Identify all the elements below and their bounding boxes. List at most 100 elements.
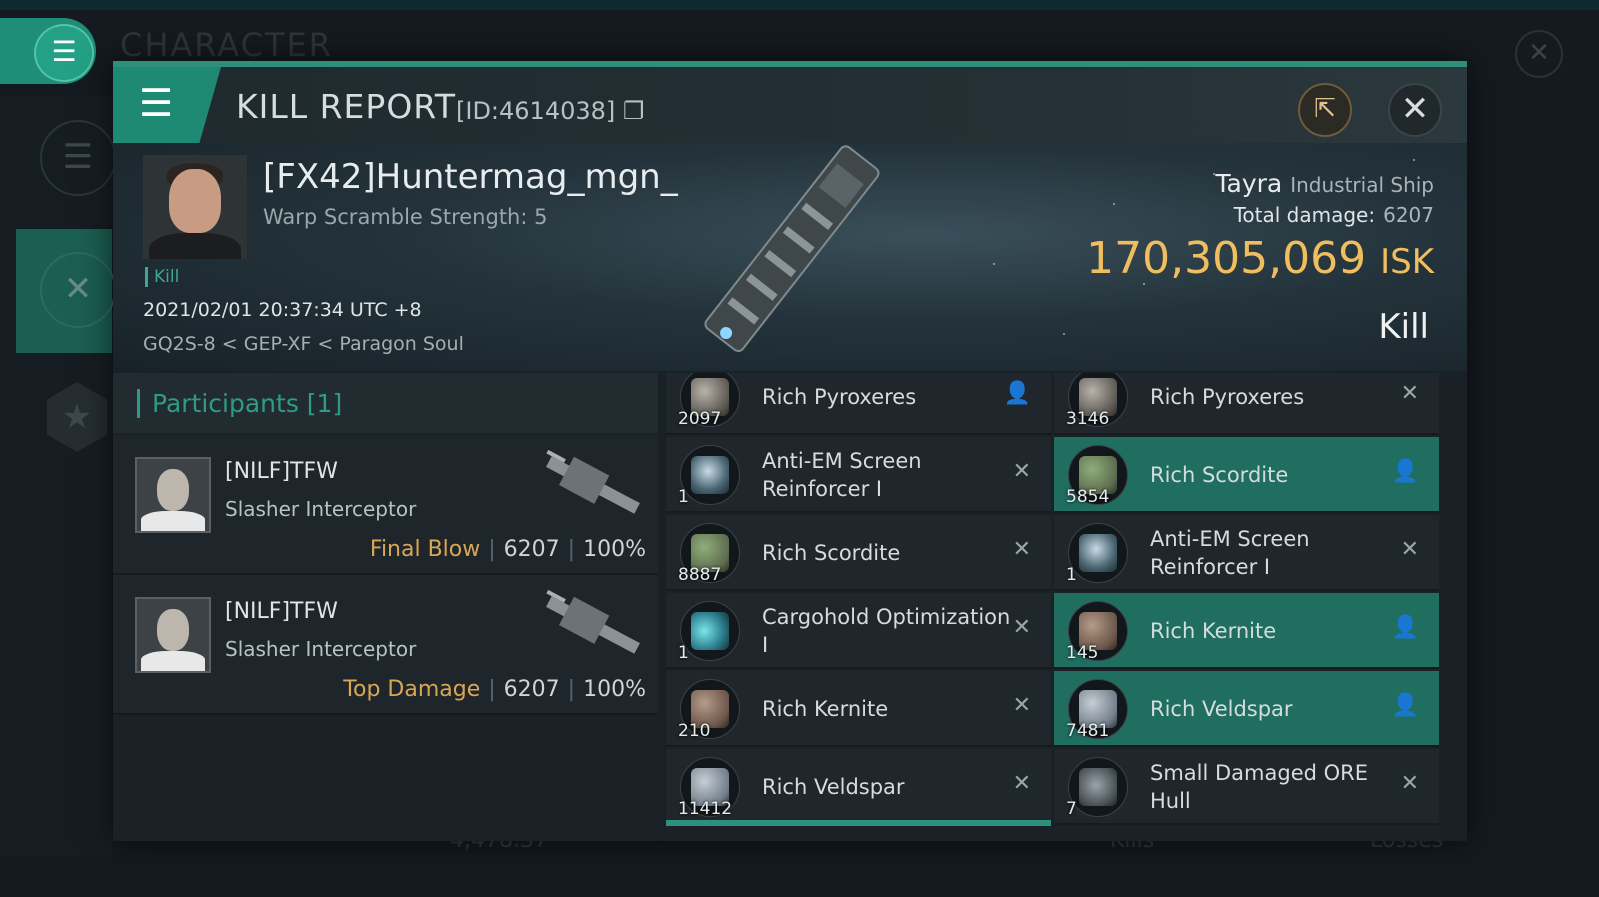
item-quantity: 3146 xyxy=(1066,409,1110,429)
participants-title: Participants [1] xyxy=(137,389,342,418)
item-card[interactable]: 7481 Rich Veldspar 👤 xyxy=(1054,671,1439,747)
participant-row[interactable]: [NILF]TFW Slasher Interceptor Top Damage… xyxy=(113,575,658,715)
destroyed-x-icon: ✕ xyxy=(1012,693,1031,718)
kill-report-title: KILL REPORT xyxy=(236,87,456,126)
warp-scramble-strength: Warp Scramble Strength: 5 xyxy=(263,205,548,229)
kill-location[interactable]: GQ2S-8 < GEP-XF < Paragon Soul xyxy=(143,333,464,355)
item-name: Rich Veldspar xyxy=(762,775,905,799)
copy-icon[interactable]: ❐ xyxy=(623,97,645,125)
participant-damage: 6207 xyxy=(503,537,560,562)
participant-portrait[interactable] xyxy=(135,597,211,673)
destroyed-x-icon: ✕ xyxy=(1400,537,1419,562)
total-damage-value: 6207 xyxy=(1383,203,1434,227)
item-quantity: 7 xyxy=(1066,799,1077,819)
shield-rig-icon xyxy=(680,445,740,505)
background-combat-icon[interactable]: ✕ xyxy=(40,252,116,328)
background-top-bar xyxy=(0,0,1599,10)
item-quantity: 2097 xyxy=(678,409,722,429)
item-name: Anti-EM Screen Reinforcer I xyxy=(1150,527,1310,579)
item-card[interactable]: 1 Anti-EM Screen Reinforcer I ✕ xyxy=(666,437,1051,513)
item-quantity: 210 xyxy=(678,721,711,741)
background-list-icon[interactable]: ☰ xyxy=(40,120,116,196)
menu-icon: ☰ xyxy=(34,24,94,82)
isk-amount: 170,305,069 xyxy=(1086,233,1367,284)
background-close-icon[interactable]: ✕ xyxy=(1515,30,1563,78)
ship-name-text: Tayra xyxy=(1215,169,1283,198)
main-menu-button[interactable]: ☰ xyxy=(0,18,96,84)
item-card[interactable]: 1 Cargohold Optimization I ✕ xyxy=(666,593,1051,669)
item-quantity: 145 xyxy=(1066,643,1099,663)
item-name: Small Damaged ORE Hull xyxy=(1150,761,1369,813)
items-grid[interactable]: 2097 Rich Pyroxeres 👤 3146 Rich Pyroxere… xyxy=(666,373,1440,841)
participants-header: Participants [1] xyxy=(113,373,658,433)
participant-name: [NILF]TFW xyxy=(225,599,338,624)
participant-ship: Slasher Interceptor xyxy=(225,497,417,521)
participant-label: Final Blow xyxy=(369,537,481,562)
item-card[interactable]: 8887 Rich Scordite ✕ xyxy=(666,515,1051,591)
item-name: Anti-EM Screen Reinforcer I xyxy=(762,449,922,501)
cargo-rig-icon xyxy=(680,601,740,661)
destroyed-x-icon: ✕ xyxy=(1012,459,1031,484)
victim-portrait[interactable] xyxy=(143,155,247,259)
item-quantity: 5854 xyxy=(1066,487,1110,507)
participant-percent: 100% xyxy=(583,537,646,562)
kill-report-panel: ☰ KILL REPORT [ID:4614038] ❐ ⇱ ✕ [FX42]H… xyxy=(113,61,1467,841)
kill-report-id-text: [ID:4614038] xyxy=(456,97,616,125)
item-card[interactable]: 145 Rich Kernite 👤 xyxy=(1054,593,1439,669)
item-name: Cargohold Optimization I xyxy=(762,605,1011,657)
ship-class-text: Industrial Ship xyxy=(1290,173,1434,197)
item-card[interactable]: 11412 Rich Veldspar ✕ xyxy=(666,749,1051,825)
item-name: Rich Pyroxeres xyxy=(1150,385,1305,409)
item-quantity: 8887 xyxy=(678,565,722,585)
victim-ship-image[interactable] xyxy=(673,143,903,371)
participant-damage: 6207 xyxy=(503,677,560,702)
participants-section: Participants [1] [NILF]TFW Slasher Inter… xyxy=(113,373,658,841)
kill-datetime: 2021/02/01 20:37:34 UTC +8 xyxy=(143,299,422,321)
background-sidebar xyxy=(0,96,112,856)
participant-name: [NILF]TFW xyxy=(225,459,338,484)
item-name: Rich Kernite xyxy=(1150,619,1277,643)
victim-name[interactable]: [FX42]Huntermag_mgn_ xyxy=(263,157,678,197)
participant-percent: 100% xyxy=(583,677,646,702)
scroll-indicator xyxy=(666,820,1051,826)
dropped-person-icon: 👤 xyxy=(1003,381,1031,406)
kill-report-id[interactable]: [ID:4614038] ❐ xyxy=(456,97,644,125)
item-card[interactable]: 5854 Rich Scordite 👤 xyxy=(1054,437,1439,513)
destroyed-x-icon: ✕ xyxy=(1012,537,1031,562)
kill-report-header: ☰ KILL REPORT [ID:4614038] ❐ ⇱ ✕ xyxy=(113,67,1467,143)
background-title: CHARACTER xyxy=(120,26,333,64)
item-name: Rich Scordite xyxy=(762,541,901,565)
item-card[interactable]: 2097 Rich Pyroxeres 👤 xyxy=(666,373,1051,435)
result-label: Kill xyxy=(1378,307,1429,347)
item-name: Rich Scordite xyxy=(1150,463,1289,487)
participant-ship: Slasher Interceptor xyxy=(225,637,417,661)
kill-type-tag: Kill xyxy=(145,267,179,287)
isk-value: 170,305,069 ISK xyxy=(1086,233,1434,284)
item-quantity: 1 xyxy=(1066,565,1077,585)
item-card[interactable]: 1 Anti-EM Screen Reinforcer I ✕ xyxy=(1054,515,1439,591)
participant-stats: Final Blow | 6207 | 100% xyxy=(369,537,646,562)
item-card[interactable]: 210 Rich Kernite ✕ xyxy=(666,671,1051,747)
total-damage-label: Total damage: xyxy=(1233,203,1376,227)
item-card[interactable]: 7 Small Damaged ORE Hull ✕ xyxy=(1054,749,1439,825)
item-quantity: 1 xyxy=(678,487,689,507)
item-name: Rich Kernite xyxy=(762,697,889,721)
item-quantity: 1 xyxy=(678,643,689,663)
item-name: Rich Veldspar xyxy=(1150,697,1293,721)
damaged-hull-icon xyxy=(1068,757,1128,817)
item-quantity: 11412 xyxy=(678,799,733,819)
destroyed-x-icon: ✕ xyxy=(1012,771,1031,796)
victim-ship-name[interactable]: Tayra Industrial Ship xyxy=(1215,169,1434,198)
participant-row[interactable]: [NILF]TFW Slasher Interceptor Final Blow… xyxy=(113,435,658,575)
destroyed-x-icon: ✕ xyxy=(1400,771,1419,796)
item-card[interactable]: 3146 Rich Pyroxeres ✕ xyxy=(1054,373,1439,435)
shield-rig-icon xyxy=(1068,523,1128,583)
share-export-icon[interactable]: ⇱ xyxy=(1298,83,1352,137)
participant-stats: Top Damage | 6207 | 100% xyxy=(343,677,646,702)
panel-menu-icon[interactable]: ☰ xyxy=(113,67,221,143)
participant-portrait[interactable] xyxy=(135,457,211,533)
destroyed-x-icon: ✕ xyxy=(1012,615,1031,640)
participant-ship-image xyxy=(546,589,640,654)
destroyed-x-icon: ✕ xyxy=(1400,381,1419,406)
close-icon[interactable]: ✕ xyxy=(1388,83,1442,137)
